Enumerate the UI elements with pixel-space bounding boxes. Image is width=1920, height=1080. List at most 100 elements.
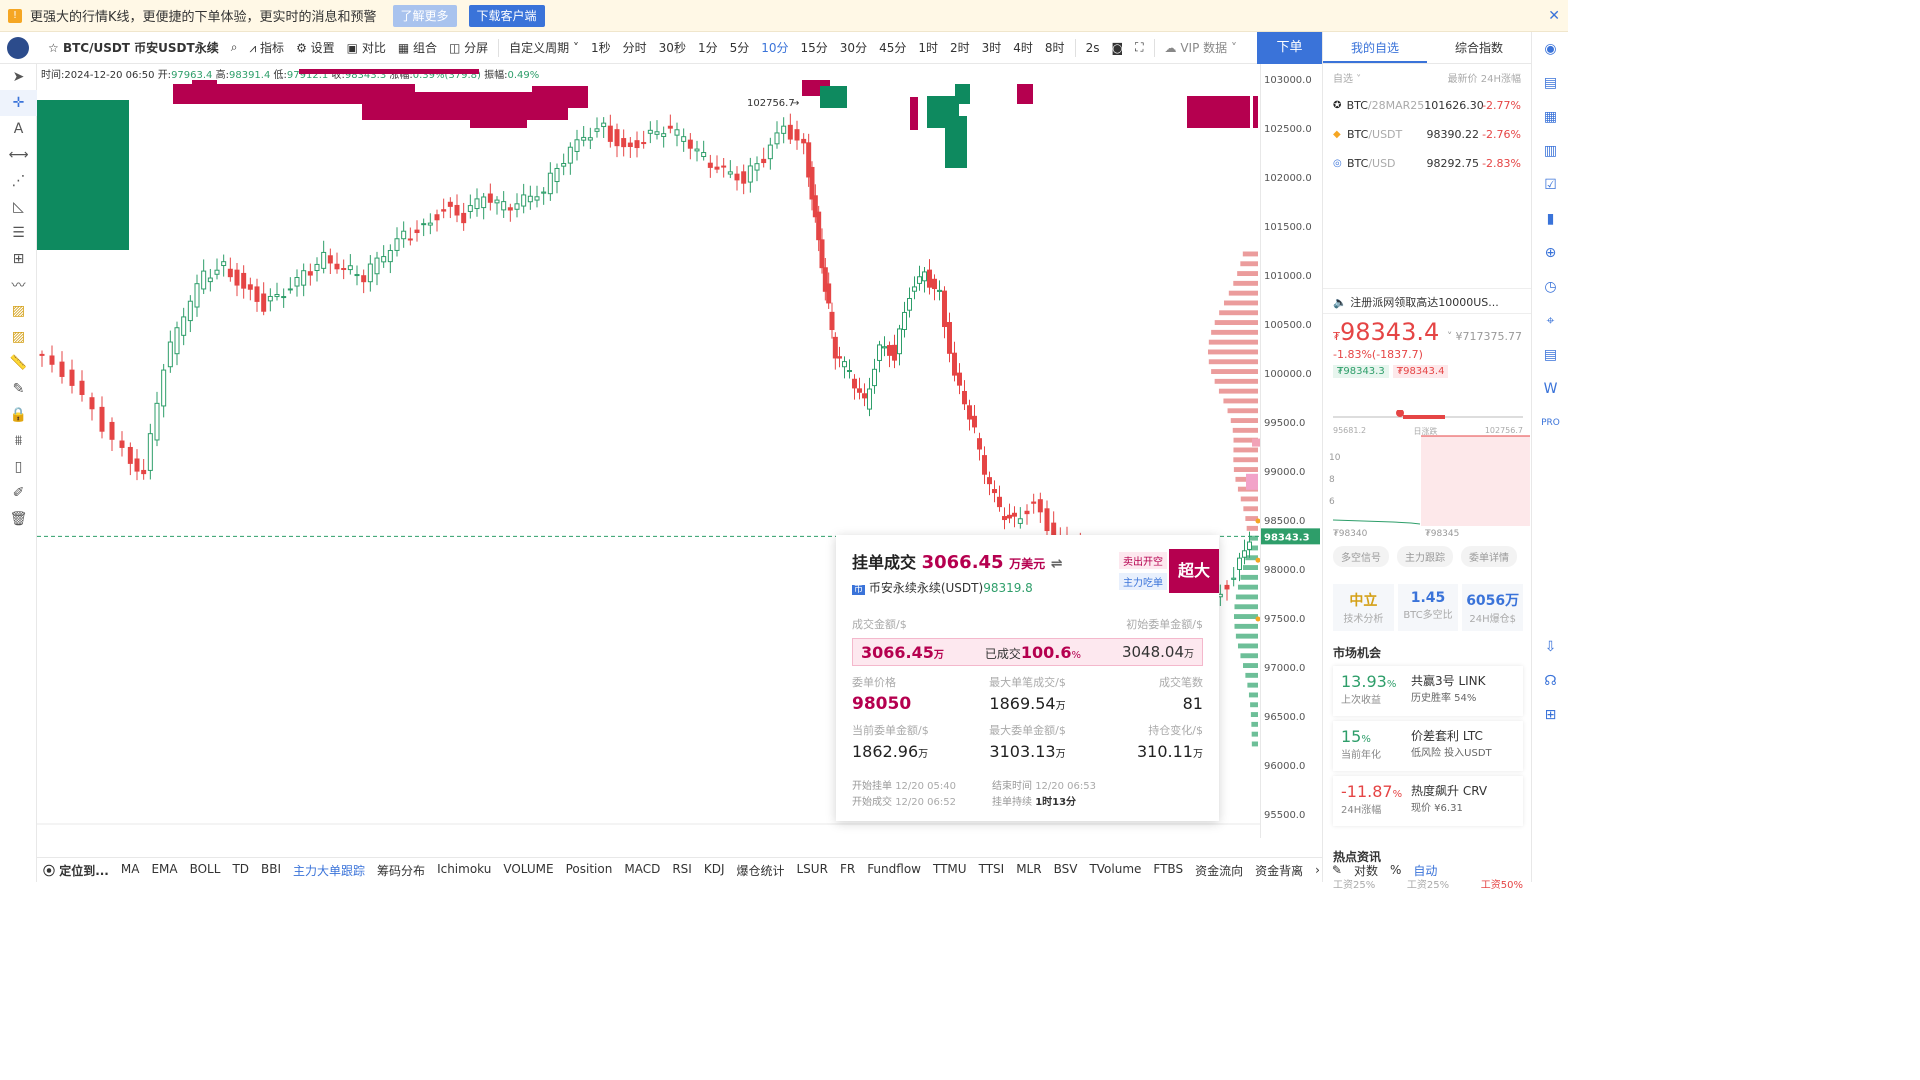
refresh-interval[interactable]: 2s <box>1080 41 1106 55</box>
long-short-ratio-stat[interactable]: 1.45 BTC多空比 <box>1397 584 1459 631</box>
indicator-tab[interactable]: 爆仓统计 <box>730 862 790 879</box>
period-tab[interactable]: 30秒 <box>653 39 692 56</box>
line-tool-icon[interactable]: ⟷ <box>0 142 37 168</box>
indicator-tab[interactable]: KDJ <box>698 862 731 879</box>
period-tab[interactable]: 30分 <box>834 39 873 56</box>
fib-tool-icon[interactable]: ⋰ <box>0 168 37 194</box>
logo-icon[interactable]: ◉ <box>1532 32 1569 66</box>
settings-button[interactable]: ⚙ 设置 <box>290 39 341 56</box>
grid-tool-icon[interactable]: ⊞ <box>0 246 37 272</box>
clock-icon[interactable]: ◷ <box>1532 270 1569 304</box>
fullscreen-icon[interactable]: ⛶ <box>1129 40 1149 55</box>
news-icon[interactable]: ▥ <box>1532 134 1569 168</box>
cursor-icon[interactable]: ➤ <box>0 64 37 90</box>
watchlist-row[interactable]: ◆ BTC/USDT 98390.22 -2.76% <box>1323 120 1531 149</box>
search-icon[interactable]: ⌕ <box>225 40 244 55</box>
custom-period-dropdown[interactable]: 自定义周期 ˅ <box>503 39 585 56</box>
swap-icon[interactable]: ⇌ <box>1051 556 1063 572</box>
vip-data-dropdown[interactable]: ☁ VIP 数据 ˅ <box>1159 39 1243 56</box>
triangle-tool-icon[interactable]: ◺ <box>0 194 37 220</box>
order-button[interactable]: 下单 <box>1257 32 1322 64</box>
indicator-tab[interactable]: MA <box>115 862 146 879</box>
edit-list-icon[interactable]: ✐ <box>0 480 37 506</box>
indicator-tab[interactable]: EMA <box>145 862 183 879</box>
symbol-selector[interactable]: ☆ BTC/USDT 币安USDT永续 <box>36 39 225 56</box>
period-tab[interactable]: 分时 <box>617 39 653 56</box>
split-screen-button[interactable]: ◫ 分屏 <box>443 39 494 56</box>
checklist-icon[interactable]: ☑ <box>1532 168 1569 202</box>
magnet-icon[interactable]: ⩩ <box>0 428 37 454</box>
tab-watchlist[interactable]: 我的自选 <box>1323 32 1427 63</box>
indicator-tab[interactable]: 资金背离 <box>1249 862 1309 879</box>
indicator-tab[interactable]: FR <box>834 862 861 879</box>
lock-icon[interactable]: 🔒 <box>0 402 37 428</box>
opportunity-card[interactable]: 15% 当前年化 价差套利 LTC 低风险 投入USDT <box>1333 721 1523 771</box>
close-icon[interactable]: ✕ <box>1548 8 1560 24</box>
compass-icon[interactable]: ⌖ <box>1532 304 1569 338</box>
indicator-tab[interactable]: VOLUME <box>497 862 559 879</box>
ruler-icon[interactable]: 📏 <box>0 350 37 376</box>
indicator-tab[interactable]: FTBS <box>1147 862 1189 879</box>
camera-icon[interactable]: ◙ <box>1105 41 1129 55</box>
whale-tracking-button[interactable]: 主力跟踪 <box>1397 546 1453 567</box>
period-tab[interactable]: 3时 <box>976 39 1008 56</box>
period-tab[interactable]: 10分 <box>755 39 794 56</box>
grid-icon[interactable]: ⊞ <box>1532 698 1569 732</box>
indicator-tab[interactable]: 主力大单跟踪 <box>287 862 371 879</box>
download-icon[interactable]: ⇩ <box>1532 630 1569 664</box>
download-client-button[interactable]: 下载客户端 <box>468 4 545 27</box>
indicator-tab[interactable]: 资金流向 <box>1189 862 1249 879</box>
indicator-tab[interactable]: BOLL <box>184 862 227 879</box>
watchlist-filter[interactable]: 自选 ˅ <box>1333 70 1361 85</box>
period-tab[interactable]: 4时 <box>1007 39 1039 56</box>
brush-icon[interactable]: ✎ <box>0 376 37 402</box>
indicator-tab[interactable]: TD <box>226 862 255 879</box>
order-detail-button[interactable]: 委单详情 <box>1461 546 1517 567</box>
wallet-icon[interactable]: W <box>1532 372 1569 406</box>
bar-chart-icon[interactable]: ▮ <box>1532 202 1569 236</box>
locate-button[interactable]: ⦿ 定位到... <box>37 862 115 879</box>
period-tab[interactable]: 15分 <box>795 39 834 56</box>
crosshair-icon[interactable]: ✛ <box>0 90 37 116</box>
indicator-tab[interactable]: 筹码分布 <box>371 862 431 879</box>
period-tab[interactable]: 8时 <box>1039 39 1071 56</box>
indicator-tab[interactable]: Ichimoku <box>431 862 497 879</box>
period-tab[interactable]: 5分 <box>724 39 756 56</box>
period-tab[interactable]: 45分 <box>873 39 912 56</box>
indicator-tab[interactable]: MLR <box>1010 862 1047 879</box>
combine-button[interactable]: ▦ 组合 <box>392 39 443 56</box>
opportunity-card[interactable]: -11.87% 24H涨幅 热度飙升 CRV 现价 ¥6.31 <box>1333 776 1523 826</box>
indicator-tab[interactable]: RSI <box>666 862 698 879</box>
pro-icon[interactable]: PRO <box>1532 406 1569 440</box>
document-icon[interactable]: ▤ <box>1532 338 1569 372</box>
tech-analysis-stat[interactable]: 中立 技术分析 <box>1333 584 1394 631</box>
calculator-icon[interactable]: ▦ <box>1532 100 1569 134</box>
parallel-tool-icon[interactable]: ☰ <box>0 220 37 246</box>
pattern-tool-icon[interactable]: ▨ <box>0 298 37 324</box>
indicator-tab[interactable]: TTSI <box>973 862 1011 879</box>
indicator-tab[interactable]: MACD <box>618 862 666 879</box>
watchlist-row[interactable]: ✪ BTC/28MAR25 101626.30 -2.77% <box>1323 91 1531 120</box>
long-short-signal-button[interactable]: 多空信号 <box>1333 546 1389 567</box>
period-tab[interactable]: 1分 <box>692 39 724 56</box>
indicator-tab[interactable]: Position <box>560 862 619 879</box>
period-tab[interactable]: 1秒 <box>585 39 617 56</box>
liquidation-stat[interactable]: 6056万 24H爆仓$ <box>1462 584 1524 631</box>
add-window-icon[interactable]: ⊕ <box>1532 236 1569 270</box>
promo-notice[interactable]: 🔈 注册派网领取高达10000US... <box>1323 288 1532 314</box>
opportunity-card[interactable]: 13.93% 上次收益 共赢3号 LINK 历史胜率 54% <box>1333 666 1523 716</box>
pattern2-tool-icon[interactable]: ▨ <box>0 324 37 350</box>
indicator-tab[interactable]: BSV <box>1048 862 1084 879</box>
indicator-tab[interactable]: LSUR <box>791 862 834 879</box>
indicator-tab[interactable]: TTMU <box>927 862 973 879</box>
wave-tool-icon[interactable]: 〰 <box>0 272 37 298</box>
indicator-tab[interactable]: Fundflow <box>861 862 927 879</box>
period-tab[interactable]: 1时 <box>912 39 944 56</box>
period-tab[interactable]: 2时 <box>944 39 976 56</box>
compare-button[interactable]: ▣ 对比 <box>341 39 392 56</box>
trash-icon[interactable]: 🗑 <box>0 506 37 532</box>
watchlist-row[interactable]: ◎ BTC/USD 98292.75 -2.83% <box>1323 149 1531 178</box>
bookmark-icon[interactable]: ▯ <box>0 454 37 480</box>
indicator-tab[interactable]: TVolume <box>1083 862 1147 879</box>
tab-composite-index[interactable]: 综合指数 <box>1427 32 1531 63</box>
